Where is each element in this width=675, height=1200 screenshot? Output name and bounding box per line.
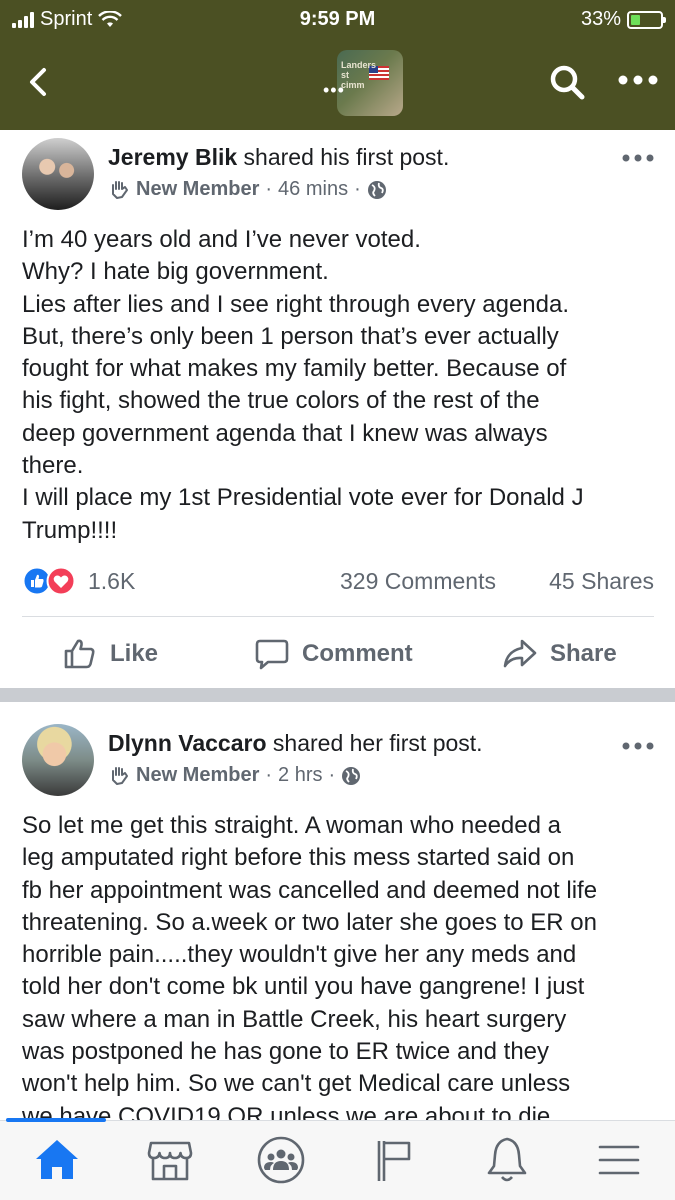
tab-notifications[interactable] bbox=[480, 1133, 534, 1187]
marketplace-icon bbox=[147, 1141, 193, 1181]
post-actions: Like Comment Share bbox=[0, 630, 675, 680]
post-text-line: So let me get this straight. A woman who… bbox=[22, 812, 561, 839]
post-text-line: fb her appointment was cancelled and dee… bbox=[22, 876, 598, 904]
new-member-wave-icon bbox=[112, 766, 128, 785]
bottom-tab-bar bbox=[0, 1118, 675, 1200]
like-label: Like bbox=[110, 640, 159, 667]
status-bar: Sprint 9:59 PM 33% bbox=[0, 0, 675, 40]
post-text-line: deep government agenda that I knew was a… bbox=[22, 419, 548, 447]
reactions-summary: 1.6K 329 Comments 45 Shares bbox=[22, 564, 654, 600]
post-text-line: I will place my 1st Presidential vote ev… bbox=[22, 484, 584, 512]
globe-icon bbox=[367, 180, 386, 199]
comment-bubble-icon bbox=[255, 639, 289, 670]
group-more-dots: ••• bbox=[323, 80, 345, 100]
post-action-text: shared her first post. bbox=[266, 730, 483, 756]
meta-separator: · bbox=[328, 764, 336, 786]
post-options-icon[interactable] bbox=[621, 740, 655, 752]
tab-menu[interactable] bbox=[592, 1133, 646, 1187]
battery-status: 33% bbox=[580, 8, 666, 31]
post-text-line: we have COVID19 OR unless we are about t… bbox=[22, 1102, 551, 1120]
post-text-line: Lies after lies and I see right through … bbox=[22, 290, 570, 318]
post-meta: New Member · 2 hrs · bbox=[108, 764, 361, 787]
post-text: So let me get this straight. A woman who… bbox=[22, 810, 662, 1120]
notifications-bell-icon bbox=[487, 1137, 527, 1182]
post-action-text: shared his first post. bbox=[237, 144, 450, 170]
like-button[interactable]: Like bbox=[62, 636, 158, 672]
tab-pages[interactable] bbox=[367, 1133, 421, 1187]
clock: 9:59 PM bbox=[299, 8, 376, 30]
feed-post: Jeremy Blik shared his first post. New M… bbox=[0, 130, 675, 688]
meta-separator: · bbox=[265, 764, 273, 786]
home-icon bbox=[36, 1140, 78, 1179]
back-arrow-icon[interactable] bbox=[20, 62, 60, 102]
member-badge: New Member bbox=[136, 764, 260, 786]
group-nav-bar: Landers st cimm ••• bbox=[0, 40, 675, 130]
post-text-line: horrible pain.....they wouldn't give her… bbox=[22, 941, 577, 969]
share-button[interactable]: Share bbox=[502, 636, 617, 672]
post-text-line: leg amputated right before this mess sta… bbox=[22, 844, 575, 872]
pages-flag-icon bbox=[377, 1141, 411, 1181]
author-name[interactable]: Dlynn Vaccaro bbox=[108, 730, 267, 756]
battery-percent: 33% bbox=[580, 8, 621, 30]
thumbs-up-icon bbox=[64, 639, 95, 669]
post-text-line: saw where a man in Battle Creek, his hea… bbox=[22, 1005, 567, 1033]
shares-count[interactable]: 45 Shares bbox=[549, 568, 654, 595]
post-text-line: there. bbox=[22, 452, 84, 480]
post-options-icon[interactable] bbox=[621, 152, 655, 164]
group-avatar[interactable]: Landers st cimm bbox=[337, 50, 403, 116]
post-text-line: his fight, showed the true colors of the… bbox=[22, 387, 540, 415]
comment-button[interactable]: Comment bbox=[254, 636, 413, 672]
feed-separator bbox=[0, 688, 675, 702]
meta-separator: · bbox=[265, 178, 273, 200]
post-text-line: won't help him. So we can't get Medical … bbox=[22, 1070, 571, 1098]
post-header: Dlynn Vaccaro shared her first post. bbox=[108, 730, 483, 757]
tab-marketplace[interactable] bbox=[143, 1133, 197, 1187]
tab-home[interactable] bbox=[30, 1133, 84, 1187]
group-avatar-text: Landers st cimm bbox=[341, 60, 377, 90]
post-text-line: But, there’s only been 1 person that’s e… bbox=[22, 322, 559, 350]
meta-separator: · bbox=[354, 178, 361, 200]
post-text-line: threatening. So a.week or two later she … bbox=[22, 908, 598, 936]
search-icon[interactable] bbox=[547, 62, 587, 102]
comments-count[interactable]: 329 Comments bbox=[340, 568, 496, 595]
avatar[interactable] bbox=[22, 138, 94, 210]
member-badge: New Member bbox=[136, 178, 260, 200]
divider bbox=[22, 616, 654, 617]
more-options-icon[interactable] bbox=[617, 70, 659, 90]
tab-groups[interactable] bbox=[254, 1133, 308, 1187]
post-time[interactable]: 46 mins bbox=[278, 178, 348, 201]
share-arrow-icon bbox=[503, 639, 537, 668]
active-tab-indicator bbox=[6, 1118, 106, 1122]
reaction-icons[interactable] bbox=[22, 566, 80, 596]
menu-icon bbox=[598, 1145, 640, 1175]
avatar[interactable] bbox=[22, 724, 94, 796]
post-text-line: was postponed he has gone to ER twice an… bbox=[22, 1038, 550, 1066]
post-text-line: Trump!!!! bbox=[22, 516, 118, 544]
post-text-line: fought for what makes my family better. … bbox=[22, 355, 567, 383]
post-text-line: Why? I hate big government. bbox=[22, 258, 329, 286]
author-name[interactable]: Jeremy Blik bbox=[108, 144, 237, 170]
share-label: Share bbox=[550, 640, 617, 667]
comment-label: Comment bbox=[302, 640, 413, 667]
feed-post: Dlynn Vaccaro shared her first post. New… bbox=[0, 702, 675, 1120]
battery-icon bbox=[627, 10, 666, 29]
post-text: I’m 40 years old and I’ve never voted. W… bbox=[22, 224, 662, 547]
reaction-count[interactable]: 1.6K bbox=[88, 568, 135, 595]
post-text-line: I’m 40 years old and I’ve never voted. bbox=[22, 226, 421, 253]
post-header: Jeremy Blik shared his first post. bbox=[108, 144, 449, 171]
groups-icon bbox=[257, 1136, 305, 1184]
post-time[interactable]: 2 hrs bbox=[278, 764, 322, 787]
post-meta: New Member · 46 mins · bbox=[108, 178, 387, 201]
post-text-line: told her don't come bk until you have ga… bbox=[22, 973, 585, 1001]
new-member-wave-icon bbox=[112, 180, 128, 199]
globe-icon bbox=[342, 766, 361, 785]
